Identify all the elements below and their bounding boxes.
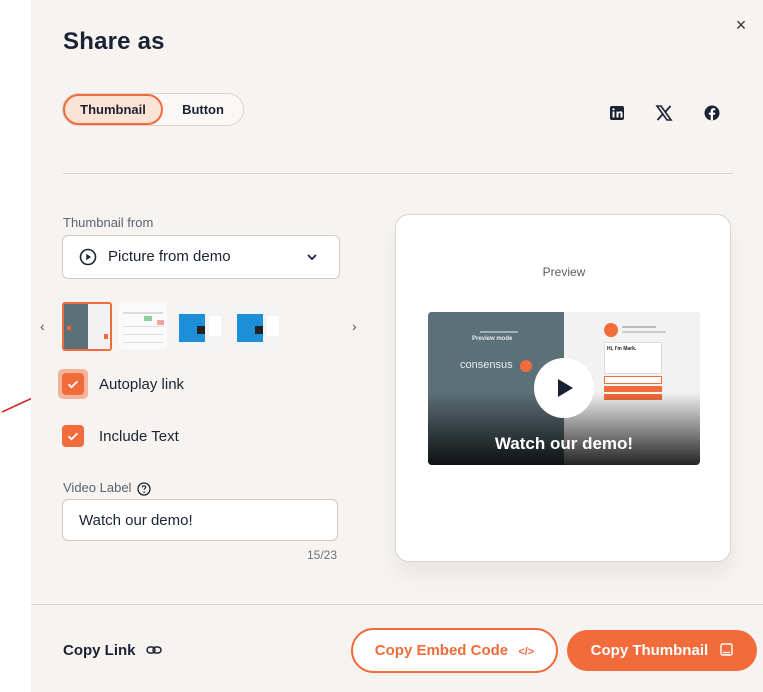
thumbnail-option-3[interactable] <box>177 302 225 349</box>
check-icon <box>67 380 79 389</box>
share-type-toggle: Thumbnail Button <box>62 93 244 126</box>
brand-text: consensus <box>460 359 513 371</box>
share-dialog: Share as × Thumbnail Button Thumbnail fr… <box>31 0 763 692</box>
brand-logo-icon <box>520 360 532 372</box>
thumbnail-option-4[interactable] <box>235 302 283 349</box>
copy-link-label: Copy Link <box>63 642 136 659</box>
help-icon[interactable] <box>137 482 151 496</box>
check-icon <box>67 432 79 441</box>
thumbnail-option-1[interactable] <box>62 302 112 351</box>
linkedin-icon[interactable] <box>607 103 627 123</box>
header-divider <box>63 173 733 174</box>
copy-link-button[interactable]: Copy Link <box>63 642 162 659</box>
carousel-next-icon[interactable]: › <box>352 318 357 334</box>
dialog-title: Share as <box>63 28 165 55</box>
autoplay-label[interactable]: Autoplay link <box>99 376 184 393</box>
preview-video[interactable]: Preview mode consensus Hi, I'm Mark. Wat… <box>428 312 700 465</box>
preview-label: Preview <box>542 265 586 279</box>
chat-greeting: Hi, I'm Mark. <box>607 346 637 352</box>
avatar <box>604 323 618 337</box>
code-icon: </> <box>518 646 535 658</box>
play-circle-icon <box>79 248 97 266</box>
chevron-down-icon <box>307 254 317 261</box>
include-text-checkbox[interactable] <box>62 425 84 447</box>
character-counter: 15/23 <box>307 548 338 562</box>
thumbnail-source-value: Picture from demo <box>108 248 231 265</box>
video-caption: Watch our demo! <box>494 434 634 453</box>
thumbnail-from-label: Thumbnail from <box>63 215 154 230</box>
x-icon[interactable] <box>654 103 674 123</box>
copy-thumbnail-label: Copy Thumbnail <box>590 642 709 659</box>
preview-card: Preview Preview mode consensus Hi, I'm M… <box>395 214 731 562</box>
video-label-input[interactable] <box>62 499 338 541</box>
copy-embed-label: Copy Embed Code <box>374 642 509 659</box>
video-label-heading: Video Label <box>63 480 132 495</box>
preview-mode-text: Preview mode <box>472 336 513 342</box>
carousel-prev-icon[interactable]: ‹ <box>40 318 45 334</box>
copy-embed-code-button[interactable]: Copy Embed Code </> <box>351 628 558 673</box>
tab-button[interactable]: Button <box>163 94 243 125</box>
thumbnail-source-select[interactable]: Picture from demo <box>62 235 340 279</box>
copy-thumbnail-button[interactable]: Copy Thumbnail <box>567 630 757 671</box>
tab-thumbnail[interactable]: Thumbnail <box>63 94 163 125</box>
autoplay-checkbox[interactable] <box>62 373 84 395</box>
image-icon <box>720 643 734 656</box>
link-icon <box>145 646 162 654</box>
footer-divider <box>31 604 763 605</box>
facebook-icon[interactable] <box>702 103 722 123</box>
close-icon[interactable]: × <box>731 15 751 35</box>
play-button-icon[interactable] <box>534 358 594 418</box>
include-text-label[interactable]: Include Text <box>99 428 179 445</box>
thumbnail-option-2[interactable] <box>119 302 167 349</box>
